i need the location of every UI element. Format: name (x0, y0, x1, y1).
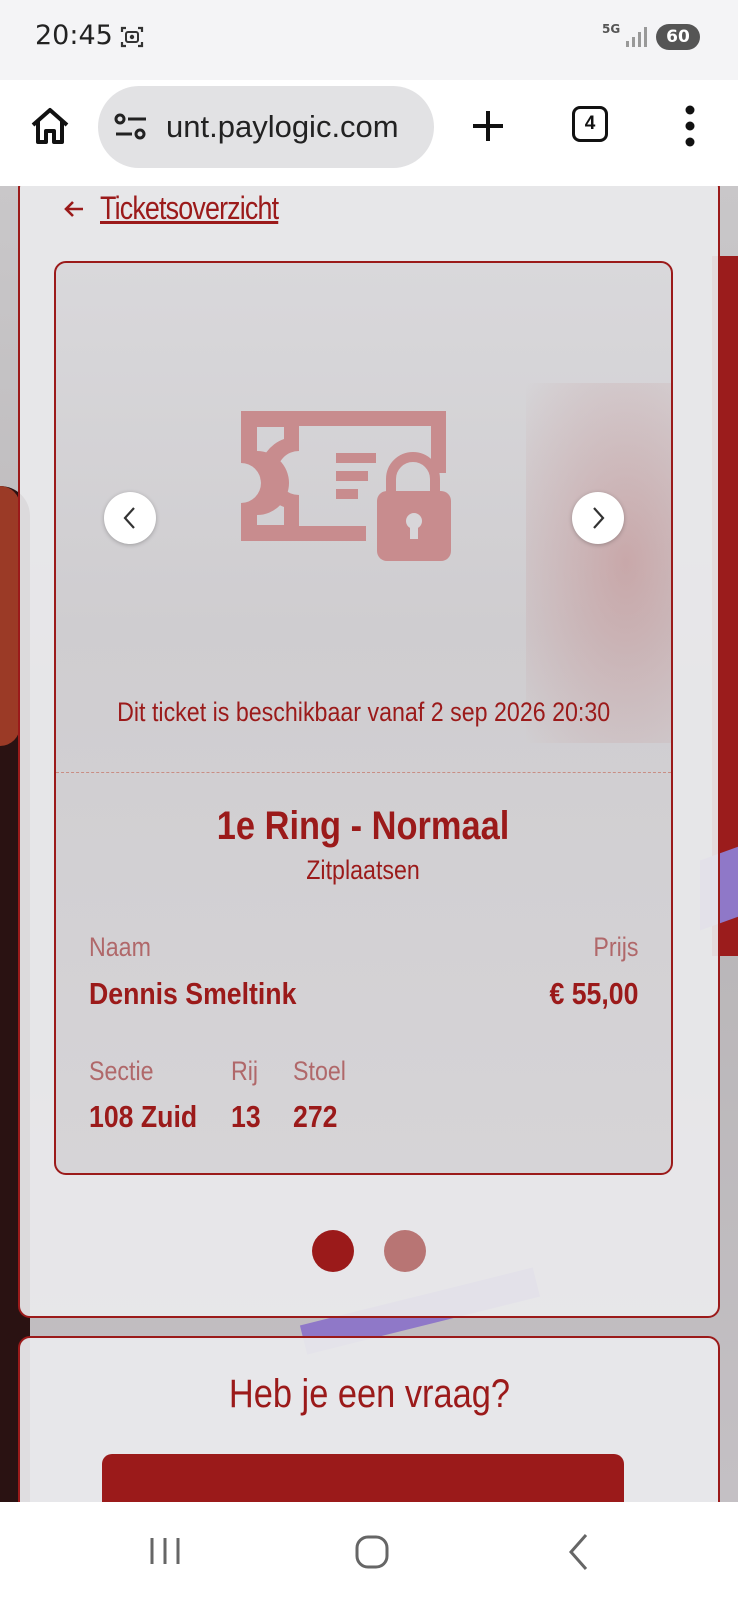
carousel-dot-2[interactable] (384, 1230, 426, 1272)
chevron-right-icon (593, 507, 605, 529)
section-value: 108 Zuid (89, 1099, 198, 1134)
name-value: Dennis Smeltink (89, 976, 297, 1011)
arrow-left-icon (64, 200, 83, 217)
back-to-tickets-link[interactable]: Ticketsoverzicht (62, 190, 312, 227)
background-image (0, 486, 20, 746)
network-label: 5G (602, 22, 621, 36)
previous-ticket-button[interactable] (104, 492, 156, 544)
back-link-label[interactable]: Ticketsoverzicht (100, 190, 279, 227)
ticket-subtype: Zitplaatsen (56, 855, 671, 886)
section-label: Sectie (89, 1056, 154, 1086)
ticket-type-text: 1e Ring - Normaal (217, 804, 510, 848)
price-label: Prijs (592, 932, 638, 962)
status-bar: 20:45 5G 60 (0, 0, 738, 80)
carousel-dot-1[interactable] (312, 1230, 354, 1272)
availability-text: Dit ticket is beschikbaar vanaf 2 sep 20… (116, 697, 611, 727)
card-background (526, 383, 671, 743)
help-panel: Heb je een vraag? (18, 1336, 720, 1502)
carousel-pagination (20, 1230, 718, 1272)
tab-switcher-button[interactable]: 4 (572, 106, 608, 142)
next-ticket-button[interactable] (572, 492, 624, 544)
row-label: Rij (231, 1056, 259, 1086)
home-nav-icon[interactable] (354, 1534, 390, 1570)
locked-ticket-icon (241, 411, 451, 561)
ticket-panel: Ticketsoverzicht Dit ticket is beschikba… (18, 186, 720, 1318)
ticket-type-title: 1e Ring - Normaal (56, 804, 671, 849)
url-text[interactable]: unt.paylogic.com (166, 109, 399, 145)
web-content: Ticketsoverzicht Dit ticket is beschikba… (0, 186, 738, 1502)
seat-value: 272 (293, 1099, 338, 1134)
ticket-subtype-text: Zitplaatsen (306, 855, 421, 885)
help-title: Heb je een vraag? (20, 1372, 718, 1417)
more-vert-icon[interactable] (676, 104, 704, 148)
divider (56, 772, 671, 773)
plus-icon[interactable] (470, 108, 506, 144)
availability-notice: Dit ticket is beschikbaar vanaf 2 sep 20… (56, 697, 671, 728)
signal-icon (626, 27, 647, 47)
seat-label: Stoel (293, 1056, 346, 1086)
battery-indicator: 60 (656, 24, 700, 50)
system-navigation-bar (0, 1502, 738, 1600)
row-value: 13 (231, 1099, 261, 1134)
help-button[interactable] (102, 1454, 624, 1502)
help-title-text: Heb je een vraag? (228, 1372, 510, 1416)
chevron-left-icon (123, 507, 135, 529)
home-icon[interactable] (28, 104, 72, 148)
ticket-card: Dit ticket is beschikbaar vanaf 2 sep 20… (54, 261, 673, 1175)
address-bar[interactable]: unt.paylogic.com (98, 86, 434, 168)
screen-record-icon (120, 26, 144, 48)
back-nav-icon[interactable] (566, 1532, 590, 1572)
name-label: Naam (89, 932, 151, 962)
recents-icon[interactable] (148, 1536, 182, 1566)
browser-toolbar: unt.paylogic.com 4 (0, 80, 738, 186)
status-time: 20:45 (35, 20, 113, 51)
price-value: € 55,00 (549, 976, 638, 1011)
site-settings-icon[interactable] (114, 113, 148, 141)
